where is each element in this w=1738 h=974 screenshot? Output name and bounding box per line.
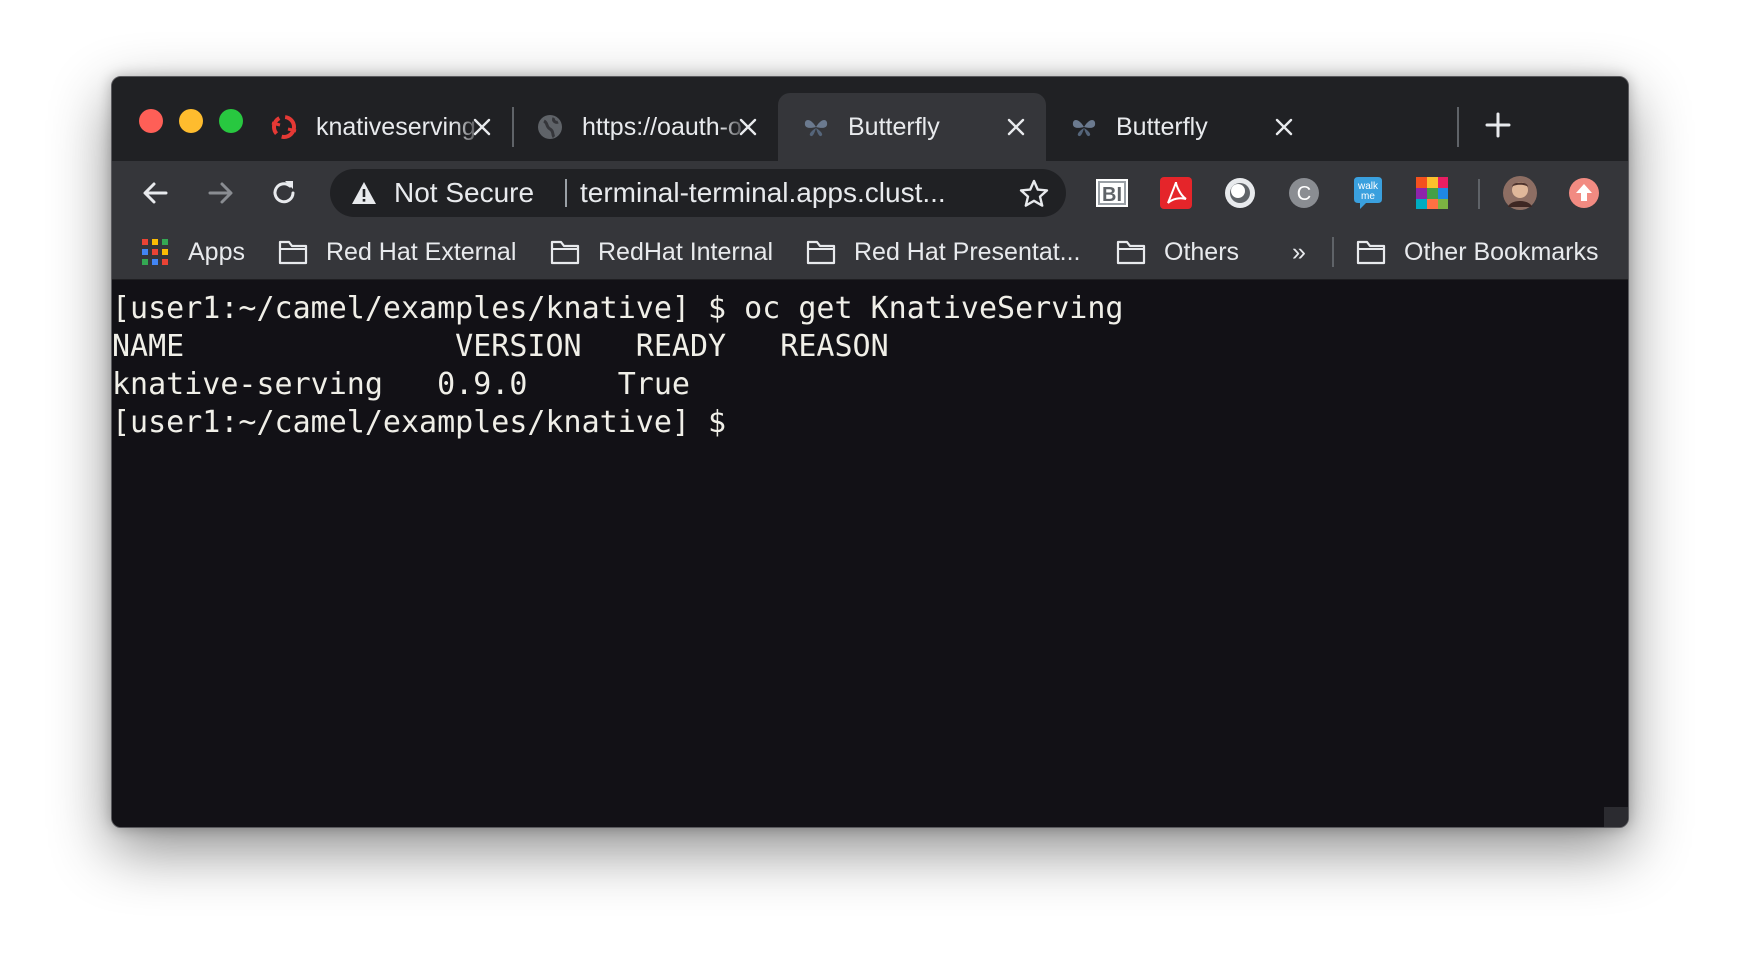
tab-knativeserving[interactable]: knativeserving (246, 93, 512, 161)
svg-text:me: me (1361, 191, 1375, 202)
bookmark-label: Others (1164, 238, 1240, 266)
walkme-extension-icon[interactable]: walk me (1350, 175, 1386, 211)
terminal-line: [user1:~/camel/examples/knative] $ oc ge… (112, 291, 1124, 326)
toolbar-separator (1478, 179, 1480, 209)
tab-separator (1457, 107, 1459, 147)
terminal[interactable]: [user1:~/camel/examples/knative] $ oc ge… (112, 280, 1628, 827)
folder-icon (1116, 240, 1146, 265)
address-bar[interactable]: Not Secure terminal-terminal.apps.clust.… (330, 169, 1066, 217)
apps-grid-icon (142, 239, 168, 265)
circle-extension-icon[interactable] (1222, 175, 1258, 211)
bookmark-label: Apps (188, 238, 245, 266)
warning-icon[interactable] (350, 179, 378, 207)
close-icon[interactable] (736, 115, 760, 139)
url-text[interactable]: terminal-terminal.apps.clust... (580, 176, 980, 210)
forward-icon[interactable] (202, 175, 238, 211)
c-extension-icon[interactable]: C (1286, 175, 1322, 211)
tab-title: https://oauth-o (582, 113, 742, 141)
bookmark-label: RedHat Internal (598, 238, 774, 266)
bookmarks-bar: Apps Red Hat External RedHat Internal Re… (112, 225, 1628, 280)
terminal-scroll-corner (1604, 807, 1628, 827)
bookmark-label: Red Hat External (326, 238, 517, 266)
folder-icon (550, 240, 580, 265)
folder-icon (1356, 240, 1386, 265)
minimize-window-button[interactable] (179, 109, 203, 133)
back-icon[interactable] (138, 175, 174, 211)
toolbar: Not Secure terminal-terminal.apps.clust.… (112, 161, 1628, 225)
close-icon[interactable] (1004, 115, 1028, 139)
new-tab-icon[interactable] (1482, 109, 1514, 141)
butterfly-icon (1072, 120, 1096, 137)
terminal-line: knative-serving 0.9.0 True (112, 367, 690, 402)
tab-title: knativeserving (316, 113, 476, 141)
tab-butterfly-active[interactable]: Butterfly (778, 93, 1046, 161)
bookmarks-overflow-button[interactable]: » (1292, 235, 1306, 269)
butterfly-icon (804, 120, 828, 137)
tab-strip: knativeserving https://oauth-o Butterfly… (112, 77, 1628, 161)
folder-icon (806, 240, 836, 265)
close-icon[interactable] (470, 115, 494, 139)
folder-icon (278, 240, 308, 265)
svg-text:BI: BI (1102, 184, 1122, 206)
bookmark-label: Red Hat Presentat... (854, 238, 1081, 266)
update-icon[interactable] (1566, 175, 1602, 211)
bookmarks-separator (1332, 237, 1334, 267)
colorful-grid-extension-icon[interactable] (1414, 175, 1450, 211)
tab-butterfly[interactable]: Butterfly (1046, 93, 1314, 161)
bi-extension-icon[interactable]: BI (1094, 175, 1130, 211)
svg-text:C: C (1297, 183, 1311, 205)
globe-icon (538, 115, 562, 139)
close-window-button[interactable] (139, 109, 163, 133)
security-label[interactable]: Not Secure (394, 176, 534, 210)
acrobat-extension-icon[interactable] (1158, 175, 1194, 211)
browser-window: knativeserving https://oauth-o Butterfly… (111, 76, 1629, 828)
address-divider (565, 179, 567, 207)
tab-oauth[interactable]: https://oauth-o (512, 93, 778, 161)
openshift-icon (271, 115, 297, 139)
star-icon[interactable] (1018, 178, 1050, 210)
close-icon[interactable] (1272, 115, 1296, 139)
bookmark-apps[interactable]: Apps (140, 235, 250, 269)
profile-avatar[interactable] (1502, 175, 1538, 211)
terminal-line: NAME VERSION READY REASON (112, 329, 889, 364)
reload-icon[interactable] (266, 175, 302, 211)
terminal-prompt-line[interactable]: [user1:~/camel/examples/knative] $ (112, 404, 1628, 442)
bookmark-label: Other Bookmarks (1404, 238, 1599, 266)
maximize-window-button[interactable] (219, 109, 243, 133)
